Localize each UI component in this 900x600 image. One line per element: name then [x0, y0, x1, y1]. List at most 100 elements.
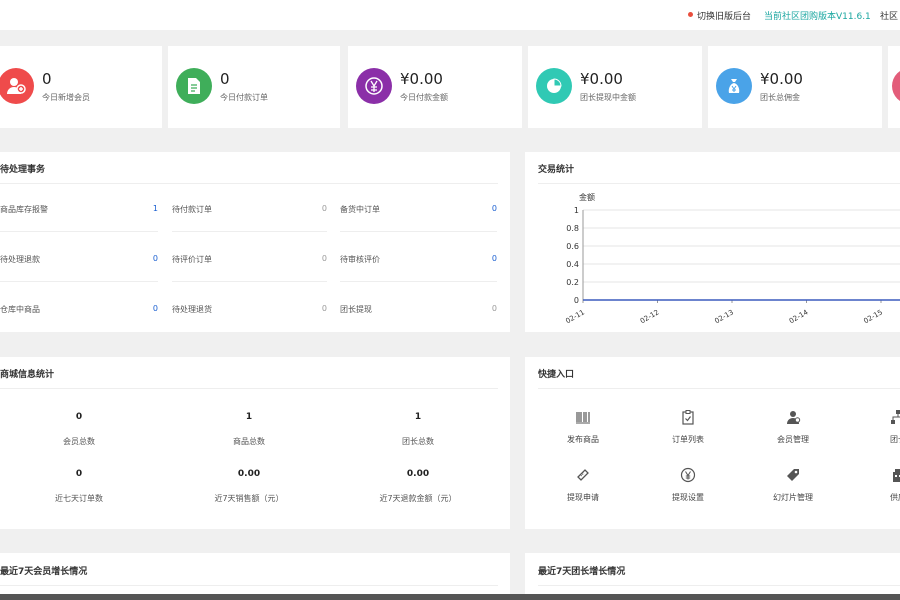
divider — [0, 183, 498, 184]
todo-label: 待处理退款 — [0, 255, 40, 264]
quick-withdraw-settings[interactable]: 提现设置 — [633, 467, 743, 503]
todo-item-unpaid-orders[interactable]: 待付款订单 0 — [172, 192, 327, 232]
info-goods-total: 1 商品总数 — [164, 412, 334, 447]
bottom-scrollbar[interactable] — [0, 594, 900, 600]
stat-label: 今日新增会员 — [42, 93, 90, 102]
stat-card-withdrawing[interactable]: ¥0.00 团长提现中金额 — [528, 46, 702, 128]
info-label: 团长总数 — [402, 437, 434, 446]
stat-card-new-members[interactable]: 0 今日新增会员 — [0, 46, 162, 128]
network-icon — [891, 410, 900, 424]
quick-withdraw-apply[interactable]: 提现申请 — [528, 467, 638, 503]
tag-icon — [787, 469, 799, 481]
mall-info-panel: 商城信息统计 0 会员总数 1 商品总数 1 团长总数 0 近七天订单数 0.0… — [0, 357, 510, 529]
panel-title: 商城信息统计 — [0, 370, 55, 380]
todo-label: 仓库中商品 — [0, 305, 40, 314]
quick-label: 提现申请 — [567, 493, 599, 502]
todo-item-review-audit[interactable]: 待审核评价 0 — [340, 242, 497, 282]
quick-leader[interactable]: 团长 — [843, 409, 900, 445]
info-member-total: 0 会员总数 — [0, 412, 164, 447]
todo-count: 0 — [491, 304, 497, 313]
stat-label: 团长提现中金额 — [580, 93, 636, 102]
building-icon — [893, 469, 900, 482]
x-tick-label: 02-11 — [564, 308, 586, 325]
trade-chart: 金额 0 0.2 0.4 0.6 0.8 1 02-11 02-12 02-13 02-14 02-… — [564, 192, 900, 325]
todo-count: 0 — [321, 304, 327, 313]
stat-label: 今日付款金额 — [400, 93, 448, 102]
version-link[interactable]: 当前社区团购版本V11.6.1 — [764, 9, 871, 22]
panel-title: 快捷入口 — [538, 370, 575, 380]
todo-label: 待评价订单 — [172, 255, 212, 264]
info-label: 近7天退款金额（元） — [379, 494, 457, 503]
partial-icon — [892, 68, 900, 104]
stat-value: 0 — [220, 70, 230, 88]
y-tick-label: 0.8 — [566, 224, 579, 233]
switch-old-admin-link[interactable]: 切换旧版后台 — [697, 9, 751, 22]
y-tick-label: 0.6 — [566, 242, 579, 251]
stat-card-partial[interactable] — [888, 46, 900, 128]
todo-item-pending-returns[interactable]: 待处理退货 0 — [172, 292, 327, 332]
quick-label: 供应 — [890, 493, 900, 502]
clipboard-check-icon — [682, 410, 694, 425]
todo-item-warehouse-goods[interactable]: 仓库中商品 0 — [0, 292, 158, 332]
info-value: 0.00 — [406, 469, 430, 479]
quick-label: 会员管理 — [777, 435, 809, 444]
y-tick-label: 0.4 — [566, 260, 579, 269]
info-leader-total: 1 团长总数 — [333, 412, 503, 447]
leader-growth-panel: 最近7天团长增长情况 — [525, 553, 900, 600]
info-label: 会员总数 — [63, 437, 95, 446]
todo-label: 待审核评价 — [340, 255, 380, 264]
quick-label: 团长 — [890, 435, 900, 444]
yen-icon — [356, 68, 392, 104]
stat-value: 0 — [42, 70, 52, 88]
quick-slides-manage[interactable]: 幻灯片管理 — [738, 467, 848, 503]
users-icon — [787, 411, 801, 424]
todo-label: 商品库存报警 — [0, 205, 48, 214]
todo-count: 0 — [152, 304, 158, 313]
info-7day-orders: 0 近七天订单数 — [0, 469, 164, 504]
y-tick-label: 1 — [574, 206, 579, 215]
todo-item-pending-refunds[interactable]: 待处理退款 0 — [0, 242, 158, 282]
x-tick-label: 02-13 — [713, 308, 735, 325]
stat-card-total-commission[interactable]: ¥0.00 团长总佣金 — [708, 46, 882, 128]
todo-item-low-stock[interactable]: 商品库存报警 1 — [0, 192, 158, 232]
panel-title: 待处理事务 — [0, 165, 46, 175]
quick-order-list[interactable]: 订单列表 — [633, 409, 743, 445]
info-value: 0 — [75, 469, 83, 479]
panel-title: 最近7天团长增长情况 — [538, 567, 626, 577]
info-value: 1 — [245, 412, 253, 422]
quick-publish-goods[interactable]: 发布商品 — [528, 409, 638, 445]
x-tick-label: 02-15 — [862, 308, 884, 325]
todo-item-preparing-orders[interactable]: 备货中订单 0 — [340, 192, 497, 232]
stat-label: 今日付款订单 — [220, 93, 268, 102]
stat-value: ¥0.00 — [580, 70, 623, 88]
stat-card-paid-amount[interactable]: ¥0.00 今日付款金额 — [348, 46, 522, 128]
stat-card-paid-orders[interactable]: 0 今日付款订单 — [168, 46, 340, 128]
todo-item-leader-withdraw[interactable]: 团长提现 0 — [340, 292, 497, 332]
stat-label: 团长总佣金 — [760, 93, 800, 102]
todo-count: 0 — [321, 254, 327, 263]
quick-entry-panel: 快捷入口 发布商品 订单列表 会员管理 团长 提现申请 提现设置 幻灯片管理 供… — [525, 357, 900, 529]
todo-label: 团长提现 — [340, 305, 372, 314]
quick-label: 发布商品 — [567, 435, 599, 444]
money-bag-icon — [716, 68, 752, 104]
status-dot-icon — [688, 12, 693, 17]
document-icon — [176, 68, 212, 104]
todo-item-pending-reviews[interactable]: 待评价订单 0 — [172, 242, 327, 282]
yen-circle-icon — [680, 467, 696, 483]
quick-supplier[interactable]: 供应 — [843, 467, 900, 503]
divider — [538, 388, 900, 389]
community-link[interactable]: 社区 — [880, 9, 898, 22]
trade-stats-panel: 交易统计 金额 0 0.2 0.4 0.6 0.8 1 02-11 02-12 02-13 02-… — [525, 152, 900, 332]
info-value: 1 — [414, 412, 422, 422]
todo-count: 0 — [491, 254, 497, 263]
info-label: 近7天销售额（元） — [214, 494, 284, 503]
divider — [0, 585, 498, 586]
info-value: 0.00 — [237, 469, 261, 479]
quick-member-manage[interactable]: 会员管理 — [738, 409, 848, 445]
ticket-icon — [577, 469, 589, 481]
stat-value: ¥0.00 — [400, 70, 443, 88]
y-axis-label: 金额 — [579, 192, 595, 202]
divider — [538, 585, 900, 586]
y-tick-label: 0 — [574, 296, 579, 305]
todo-panel: 待处理事务 商品库存报警 1 待付款订单 0 备货中订单 0 待处理退款 0 待… — [0, 152, 510, 332]
